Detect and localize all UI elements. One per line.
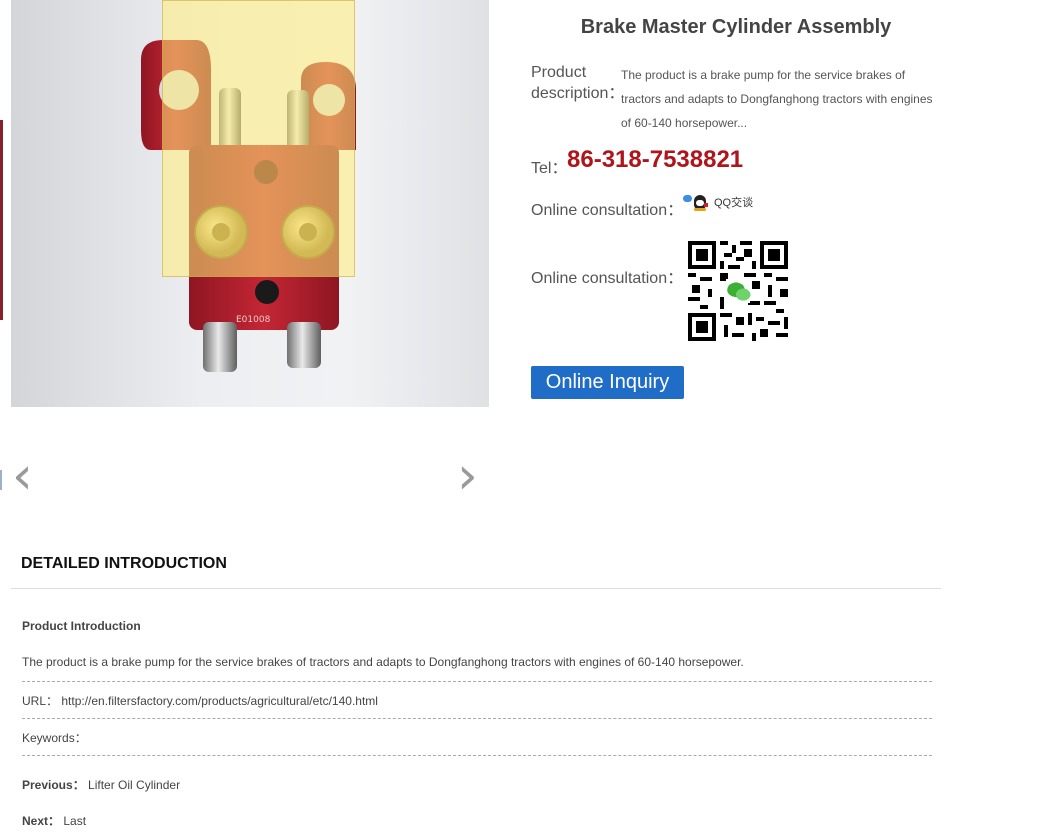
qq-chat-label: QQ交谈 [714,197,754,209]
dashed-divider [22,681,932,682]
zoom-lens-overlay[interactable] [162,0,355,277]
online-consultation-label: Online consultation： [531,202,684,219]
qq-scarf-icon [704,203,708,207]
product-description-text: The product is a brake pump for the serv… [621,68,933,130]
section-divider [11,588,941,589]
url-value[interactable]: http://en.filtersfactory.com/products/ag… [61,694,378,708]
dashed-divider [22,755,932,756]
chat-bubble-icon [683,194,692,202]
tel-label: Tel： [531,160,568,177]
product-description-label: Product description： [531,64,625,102]
next-row: Next： Last [22,812,86,829]
next-link[interactable]: Last [63,814,86,828]
gallery-prev-arrow-icon[interactable]: ‹ [12,450,33,502]
keywords-label: Keywords： [22,731,87,745]
product-title: Brake Master Cylinder Assembly [580,16,892,38]
url-label: URL： [22,694,59,708]
left-edge-strip [0,120,3,320]
product-introduction-heading: Product Introduction [22,619,141,633]
left-edge-marker [0,470,2,490]
keywords-row: Keywords： [22,729,87,746]
product-introduction-text: The product is a brake pump for the serv… [22,655,744,669]
tel-number: 86-318-7538821 [567,146,744,173]
next-label: Next： [22,814,61,828]
detailed-introduction-heading: DETAILED INTRODUCTION [21,555,227,572]
part-marking: E01008 [236,315,271,325]
previous-link[interactable]: Lifter Oil Cylinder [88,778,180,792]
previous-row: Previous： Lifter Oil Cylinder [22,776,180,793]
wechat-qr-code [688,241,788,341]
online-consultation-wechat-label: Online consultation： [531,270,684,287]
online-inquiry-button[interactable]: Online Inquiry [531,366,684,399]
dashed-divider [22,718,932,719]
previous-label: Previous： [22,778,85,792]
url-row: URL： http://en.filtersfactory.com/produc… [22,692,378,709]
qq-chat-link[interactable]: QQ交谈 [683,193,753,211]
gallery-next-arrow-icon[interactable]: › [457,450,478,502]
